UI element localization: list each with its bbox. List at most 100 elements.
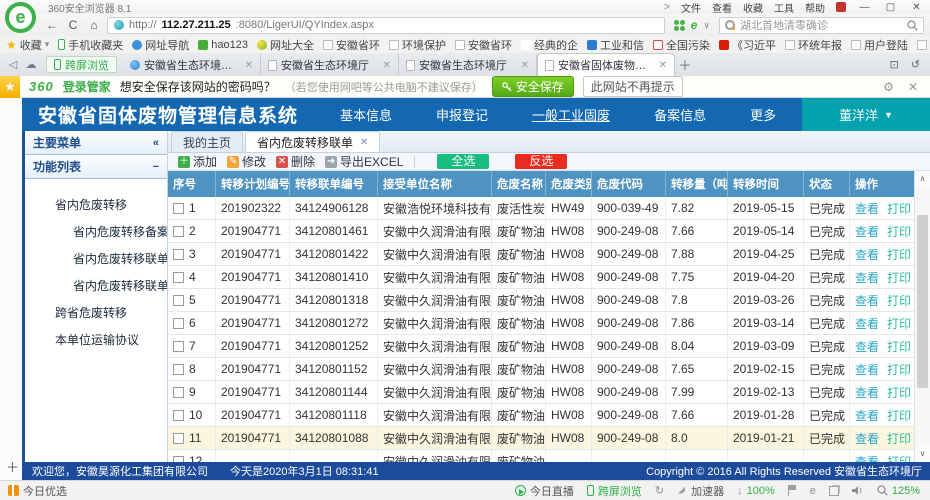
save-password-button[interactable]: 安全保存 (492, 76, 574, 97)
bookmark-item[interactable]: 《习近平 (719, 37, 776, 53)
table-row[interactable]: 2 201904771 34120801461 安徽中久润滑油有限公... 废矿… (168, 220, 914, 243)
tab-close-icon[interactable]: ✕ (521, 60, 529, 71)
print-link[interactable]: 打印 (887, 200, 911, 217)
row-checkbox[interactable] (173, 410, 184, 421)
menubar-item[interactable]: 帮助 (805, 0, 825, 15)
bookmark-item[interactable]: 手机收藏夹 (58, 37, 123, 53)
today-live-button[interactable]: 今日直播 (515, 483, 574, 499)
bookmark-item[interactable]: hao123 (198, 37, 248, 53)
table-row[interactable]: 11 201904771 34120801088 安徽中久润滑油有限公... 废… (168, 427, 914, 450)
column-header[interactable]: 转移计划编号 (216, 171, 290, 197)
history-icon[interactable]: ↻ (655, 484, 664, 497)
row-checkbox[interactable] (173, 456, 184, 463)
add-button[interactable]: ＋添加 (173, 153, 222, 170)
scrollbar-up-icon[interactable]: ∧ (915, 171, 930, 187)
sidebar-menu-item[interactable]: 省内危废转移备案 (25, 219, 167, 246)
favorites-menu[interactable]: ★ 收藏 ▾ (6, 37, 49, 53)
today-pick-button[interactable]: 今日优选 (0, 483, 67, 499)
menubar-item[interactable]: 工具 (774, 0, 794, 15)
page-zoom-control[interactable]: 125% (877, 485, 920, 497)
sidebar-menu-item[interactable]: 省内危废转移 (25, 192, 167, 219)
table-row[interactable]: 1 201902322 34124906128 安徽浩悦环境科技有限... 废活… (168, 197, 914, 220)
bookmark-item[interactable]: 用户登陆 (851, 37, 908, 53)
print-link[interactable]: 打印 (887, 430, 911, 447)
view-link[interactable]: 查看 (855, 223, 879, 240)
print-link[interactable]: 打印 (887, 315, 911, 332)
view-link[interactable]: 查看 (855, 315, 879, 332)
menubar-item[interactable]: 收藏 (743, 0, 763, 15)
table-row[interactable]: 7 201904771 34120801252 安徽中久润滑油有限公... 废矿… (168, 335, 914, 358)
row-checkbox[interactable] (173, 295, 184, 306)
row-checkbox[interactable] (173, 226, 184, 237)
sidebar-menu-item[interactable]: 省内危废转移联单 (25, 246, 167, 273)
print-link[interactable]: 打印 (887, 269, 911, 286)
browser-tab[interactable]: 安徽省生态环境厅 ✕ (399, 54, 537, 76)
minimize-button[interactable]: — (857, 2, 872, 13)
search-icon[interactable] (907, 20, 918, 31)
column-header[interactable]: 危废代码 (592, 171, 666, 197)
sidebar-menu-item[interactable]: 本单位运输协议 (25, 327, 167, 354)
row-checkbox[interactable] (173, 387, 184, 398)
print-link[interactable]: 打印 (887, 384, 911, 401)
browser-tab[interactable]: 安徽省固体废物管理信息系统 ✕ (537, 53, 675, 76)
column-header[interactable]: 接受单位名称 (378, 171, 492, 197)
refresh-icon[interactable]: C (65, 18, 81, 32)
select-all-button[interactable]: 全选 (437, 154, 489, 169)
bookmark-item[interactable]: 网址大全 (257, 37, 314, 53)
vertical-scrollbar[interactable]: ∧ ∨ (914, 171, 930, 462)
back-icon[interactable]: ← (44, 18, 60, 32)
print-link[interactable]: 打印 (887, 407, 911, 424)
column-header[interactable]: 序号 (168, 171, 216, 197)
bookmark-item[interactable]: 安徽省重 (917, 37, 930, 53)
view-link[interactable]: 查看 (855, 246, 879, 263)
scrollbar-thumb[interactable] (917, 215, 928, 388)
screen-browse-button[interactable]: 跨屏浏览 (587, 483, 642, 499)
minus-icon[interactable]: − (153, 161, 159, 173)
view-link[interactable]: 查看 (855, 430, 879, 447)
bookmark-item[interactable]: 经典的企 (521, 37, 578, 53)
maximize-button[interactable]: ▢ (883, 2, 898, 13)
search-input[interactable]: 湖北首地清零确诊 (719, 17, 924, 34)
content-tab[interactable]: 我的主页 ✕ (171, 131, 243, 152)
row-checkbox[interactable] (173, 318, 184, 329)
collapse-plus-button[interactable]: ＋ (6, 457, 19, 476)
bookmark-item[interactable]: 环境保护 (389, 37, 446, 53)
close-notification-icon[interactable]: ✕ (908, 80, 918, 94)
view-link[interactable]: 查看 (855, 384, 879, 401)
browser-tab[interactable]: 安徽省生态环境厅_百度搜索 ✕ (123, 54, 261, 76)
bookmark-item[interactable]: 全国污染 (653, 37, 710, 53)
view-link[interactable]: 查看 (855, 200, 879, 217)
row-checkbox[interactable] (173, 203, 184, 214)
invert-selection-button[interactable]: 反选 (515, 154, 567, 169)
screen-browse-button[interactable]: 跨屏浏览 (46, 56, 117, 73)
print-link[interactable]: 打印 (887, 361, 911, 378)
view-link[interactable]: 查看 (855, 453, 879, 463)
table-row[interactable]: 4 201904771 34120801410 安徽中久润滑油有限公... 废矿… (168, 266, 914, 289)
table-row[interactable]: 9 201904771 34120801144 安徽中久润滑油有限公... 废矿… (168, 381, 914, 404)
windows-icon[interactable] (829, 486, 839, 496)
sidebar-main-menu-header[interactable]: 主要菜单 « (25, 131, 167, 155)
table-row[interactable]: 5 201904771 34120801318 安徽中久润滑油有限公... 废矿… (168, 289, 914, 312)
bookmark-item[interactable]: 安徽省环 (455, 37, 512, 53)
collapse-sidebar-icon[interactable]: « (153, 137, 159, 149)
app-nav-item[interactable]: 基本信息 (340, 105, 392, 124)
url-field[interactable]: http://112.27.211.25:8080/LigerUI/QYInde… (107, 17, 665, 34)
sidebar-menu-item[interactable]: 跨省危废转移 (25, 300, 167, 327)
row-checkbox[interactable] (173, 433, 184, 444)
print-link[interactable]: 打印 (887, 246, 911, 263)
print-link[interactable]: 打印 (887, 338, 911, 355)
column-header[interactable]: 危废类别 (546, 171, 592, 197)
bookmark-item[interactable]: 环统年报 (785, 37, 842, 53)
accelerator-button[interactable]: 加速器 (677, 483, 724, 499)
row-checkbox[interactable] (173, 341, 184, 352)
column-header[interactable]: 状态 (804, 171, 850, 197)
tab-close-icon[interactable]: ✕ (383, 60, 391, 71)
speaker-icon[interactable] (852, 485, 864, 496)
sidebar-function-list-header[interactable]: 功能列表 − (25, 155, 167, 179)
side-panel-icon[interactable]: ◁ (4, 58, 22, 71)
clover-icon[interactable] (674, 20, 685, 31)
scrollbar-down-icon[interactable]: ∨ (915, 446, 930, 462)
print-link[interactable]: 打印 (887, 453, 911, 463)
bookmark-item[interactable]: 网址导航 (132, 37, 189, 53)
print-link[interactable]: 打印 (887, 223, 911, 240)
